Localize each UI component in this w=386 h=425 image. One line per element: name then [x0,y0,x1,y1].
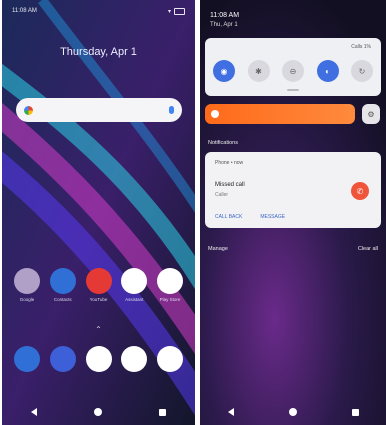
app-label: Contacts [53,297,72,302]
status-bar: 11:08 AM ▾ [12,6,185,16]
home-app-1[interactable]: Contacts [46,268,80,302]
contacts-icon [49,268,76,294]
chrome-icon [85,346,112,372]
phone-icon[interactable]: ✆ [351,182,369,200]
home-icon[interactable] [93,408,102,416]
app-label: Assistant [125,297,144,302]
app-label: Google [19,297,35,302]
app-label: Play Store [159,297,181,302]
bluetooth-toggle-icon[interactable]: ✱ [247,60,270,82]
back-icon[interactable] [227,408,234,416]
messages-icon [49,346,76,372]
home-icon[interactable] [288,408,297,416]
settings-icon [14,268,40,294]
navigation-bar [200,405,386,419]
navigation-bar [2,405,195,419]
call-back-button[interactable]: CALL BACK [215,214,242,220]
app-row: Google Contacts YouTube Assistant Play Store [10,268,187,302]
mic-icon[interactable] [169,106,174,114]
dock-app-0[interactable] [10,346,44,372]
camera-icon [157,346,183,372]
back-icon[interactable] [30,408,37,416]
dock [10,346,187,372]
phone-icon [14,346,40,372]
dock-app-1[interactable] [46,346,80,372]
play-store-icon [157,268,183,294]
manage-button[interactable]: Manage [208,246,228,252]
dock-app-3[interactable] [117,346,151,372]
quick-settings-panel: Calls 1% ◉ ✱ ⊖ ◐ ↻ [205,38,381,96]
home-app-0[interactable]: Google [10,268,44,302]
notification-title: Missed call [215,182,245,188]
shade-date: Thu, Apr 1 [210,22,238,28]
google-search-bar[interactable] [16,98,182,122]
expand-handle[interactable] [287,89,299,91]
home-app-4[interactable]: Play Store [153,268,187,302]
shade-time: 11:08 AM [210,12,240,19]
notification-footer: Manage Clear all [208,246,378,252]
dock-app-2[interactable] [82,346,116,372]
wifi-toggle-icon[interactable]: ◉ [213,60,235,82]
wifi-icon: ▾ [167,8,171,15]
dock-app-4[interactable] [153,346,187,372]
notification-app-label: Phone • now [215,160,244,166]
quick-settings-status: Calls 1% [351,44,371,50]
battery-icon [174,7,185,15]
notification-shade: 11:08 AM Thu, Apr 1 Calls 1% ◉ ✱ ⊖ ◐ ↻ ⚙… [200,0,386,425]
recents-icon[interactable] [351,408,359,416]
brightness-icon [211,110,219,118]
status-time: 11:08 AM [12,8,37,14]
assistant-icon [121,268,148,294]
app-label: YouTube [89,297,108,302]
recents-icon[interactable] [159,408,167,416]
missed-call-notification[interactable]: Phone • now Missed call Caller ✆ CALL BA… [205,152,381,228]
flashlight-toggle-icon[interactable]: ◐ [316,60,339,82]
clear-all-button[interactable]: Clear all [358,246,378,252]
brightness-slider[interactable] [205,104,355,124]
notification-subtitle: Caller [215,192,229,198]
date-widget[interactable]: Thursday, Apr 1 [2,46,195,58]
home-app-3[interactable]: Assistant [117,268,151,302]
auto-rotate-toggle-icon[interactable]: ↻ [351,60,373,82]
message-button[interactable]: MESSAGE [260,214,285,220]
do-not-disturb-toggle-icon[interactable]: ⊖ [282,60,304,82]
google-logo-icon [24,105,33,115]
youtube-icon [85,268,112,294]
google-icon [121,346,148,372]
home-screen: 11:08 AM ▾ Thursday, Apr 1 Google Contact… [2,0,195,425]
home-app-2[interactable]: YouTube [82,268,116,302]
app-drawer-chevron-icon[interactable]: ⌃ [2,325,195,334]
settings-gear-icon[interactable]: ⚙ [362,104,380,124]
notifications-heading: Notifications [208,140,238,146]
